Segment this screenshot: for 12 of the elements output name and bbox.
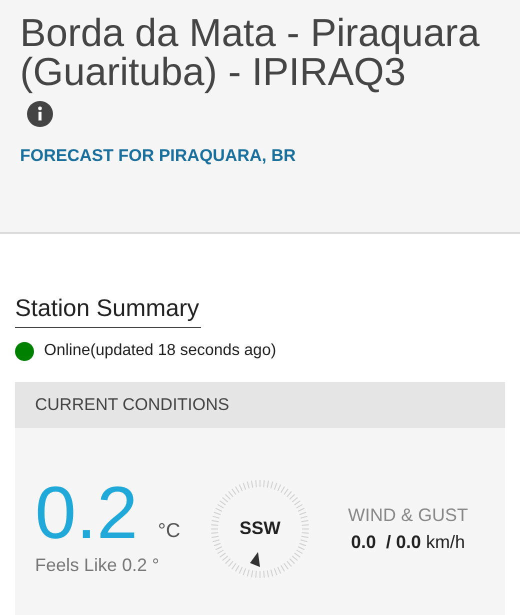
temperature-unit: °C (158, 519, 180, 544)
temperature-value: 0.2 (35, 478, 138, 548)
wind-value: 0.0 / 0.0 km/h (350, 530, 466, 554)
station-title: Borda da Mata - Piraquara (Guarituba) - IPIRAQ3 (20, 14, 481, 92)
section-heading: Station Summary (15, 294, 202, 328)
info-icon[interactable] (27, 101, 53, 127)
feels-like: Feels Like 0.2 ° (35, 554, 160, 577)
card-heading: CURRENT CONDITIONS (35, 394, 230, 416)
wind-direction: SSW (239, 517, 280, 540)
wind-label: WIND & GUST (348, 504, 468, 526)
status-text: Online(updated 18 seconds ago) (44, 341, 276, 361)
forecast-link[interactable]: FORECAST FOR PIRAQUARA, BR (20, 143, 504, 168)
